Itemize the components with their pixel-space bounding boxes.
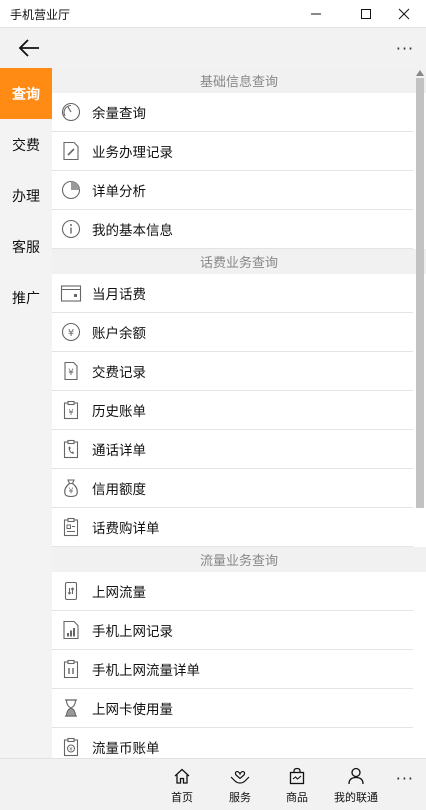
list-item-basic-info[interactable]: 我的基本信息 [52, 210, 413, 249]
info-icon [60, 218, 82, 240]
signal-bars-icon [60, 619, 82, 641]
list-item-label: 信用额度 [92, 482, 146, 498]
list-item-payment-record[interactable]: ¥ 交费记录 [52, 352, 413, 391]
service-hands-icon [230, 771, 250, 784]
list-item-call-detail[interactable]: 通话详单 [52, 430, 413, 469]
tab-my-unicom-label: 我的联通 [334, 791, 378, 804]
list-item-label: 详单分析 [92, 184, 146, 200]
yuan-document-icon: ¥ [60, 360, 82, 382]
list-item-business-record[interactable]: 业务办理记录 [52, 132, 413, 171]
section-header-data: 流量业务查询 [52, 547, 426, 572]
window-title: 手机营业厅 [10, 8, 71, 22]
list-item-label: 话费购详单 [92, 521, 160, 537]
sidebar-item-customer-service[interactable]: 客服 [0, 221, 52, 272]
list-item-label: 手机上网流量详单 [92, 663, 200, 679]
list-item-label: 业务办理记录 [92, 145, 173, 161]
list-item-label: 通话详单 [92, 443, 146, 459]
list-item-data-usage[interactable]: 上网流量 [52, 572, 413, 611]
tab-products[interactable]: 商品 [267, 767, 327, 805]
list-item-data-coin-bill[interactable]: ¥ 流量币账单 [52, 728, 413, 758]
sidebar-item-payment[interactable]: 交费 [0, 119, 52, 170]
list-item-mobile-data-detail[interactable]: 手机上网流量详单 [52, 650, 413, 689]
money-bag-icon: ¥ [60, 477, 82, 499]
pie-chart-icon [60, 179, 82, 201]
list-item-label: 上网流量 [92, 585, 146, 601]
clipboard-bars-icon [60, 658, 82, 680]
svg-text:¥: ¥ [68, 408, 73, 417]
svg-text:¥: ¥ [68, 328, 74, 339]
sidebar-item-handle[interactable]: 办理 [0, 170, 52, 221]
minimize-button[interactable] [294, 0, 338, 28]
hourglass-icon [60, 697, 82, 719]
home-icon [174, 768, 190, 784]
list-item-credit-limit[interactable]: ¥ 信用额度 [52, 469, 413, 508]
gauge-icon [60, 101, 82, 123]
sidebar-item-query[interactable]: 查询 [0, 68, 52, 119]
more-button[interactable]: ··· [394, 34, 416, 62]
list-item-fee-purchase-detail[interactable]: 话费购详单 [52, 508, 413, 547]
tab-service-label: 服务 [229, 791, 251, 804]
scroll-up-arrow-icon[interactable] [416, 70, 424, 76]
list-item-balance-query[interactable]: 余量查询 [52, 93, 413, 132]
list-item-datacard-usage[interactable]: 上网卡使用量 [52, 689, 413, 728]
list-item-label: 上网卡使用量 [92, 702, 173, 718]
shopping-bag-icon [289, 767, 305, 785]
list-item-label: 交费记录 [92, 365, 146, 381]
clipboard-yuan-icon: ¥ [60, 399, 82, 421]
back-button[interactable] [14, 34, 44, 62]
svg-text:¥: ¥ [69, 487, 74, 496]
section-header-billing: 话费业务查询 [52, 249, 426, 274]
scrollbar-thumb[interactable] [416, 78, 424, 508]
calendar-icon [60, 282, 82, 304]
list-item-detail-analysis[interactable]: 详单分析 [52, 171, 413, 210]
close-button[interactable] [382, 0, 426, 28]
document-edit-icon [60, 140, 82, 162]
tab-my-unicom[interactable]: 我的联通 [326, 767, 386, 805]
close-icon [398, 8, 410, 20]
list-item-label: 我的基本信息 [92, 223, 173, 239]
list-item-label: 手机上网记录 [92, 624, 173, 640]
list-item-label: 余量查询 [92, 106, 146, 122]
list-item-label: 账户余额 [92, 326, 146, 342]
phone-data-icon [60, 580, 82, 602]
person-icon [348, 767, 364, 785]
svg-text:¥: ¥ [68, 368, 74, 378]
sidebar-item-promotion[interactable]: 推广 [0, 272, 52, 323]
list-item-monthly-fee[interactable]: 当月话费 [52, 274, 413, 313]
list-item-account-balance[interactable]: ¥ 账户余额 [52, 313, 413, 352]
section-header-basic: 基础信息查询 [52, 68, 426, 93]
tab-service[interactable]: 服务 [210, 767, 270, 805]
svg-text:¥: ¥ [69, 747, 73, 753]
maximize-icon [361, 9, 371, 19]
list-item-label: 历史账单 [92, 404, 146, 420]
app-bar: ··· [0, 28, 426, 68]
back-arrow-icon [18, 39, 39, 57]
minimize-icon [311, 13, 321, 15]
query-list: 基础信息查询 余量查询 业务办理记录 详单分析 我的基本信息 话费业务查询 当月… [52, 68, 426, 758]
bottom-more-button[interactable]: ··· [396, 769, 414, 788]
list-item-history-bill[interactable]: ¥ 历史账单 [52, 391, 413, 430]
yuan-circle-icon: ¥ [60, 321, 82, 343]
tab-home[interactable]: 首页 [152, 767, 212, 805]
clipboard-phone-icon [60, 438, 82, 460]
tab-products-label: 商品 [286, 791, 308, 804]
list-item-mobile-internet-record[interactable]: 手机上网记录 [52, 611, 413, 650]
category-sidebar: 查询 交费 办理 客服 推广 [0, 68, 52, 758]
window-titlebar: 手机营业厅 [0, 0, 426, 28]
list-item-label: 当月话费 [92, 287, 146, 303]
list-item-label: 流量币账单 [92, 741, 160, 757]
bottom-nav: 首页 服务 商品 我的联通 ··· [0, 758, 426, 810]
tab-home-label: 首页 [171, 791, 193, 804]
clipboard-coin-icon: ¥ [60, 736, 82, 758]
clipboard-list-icon [60, 516, 82, 538]
